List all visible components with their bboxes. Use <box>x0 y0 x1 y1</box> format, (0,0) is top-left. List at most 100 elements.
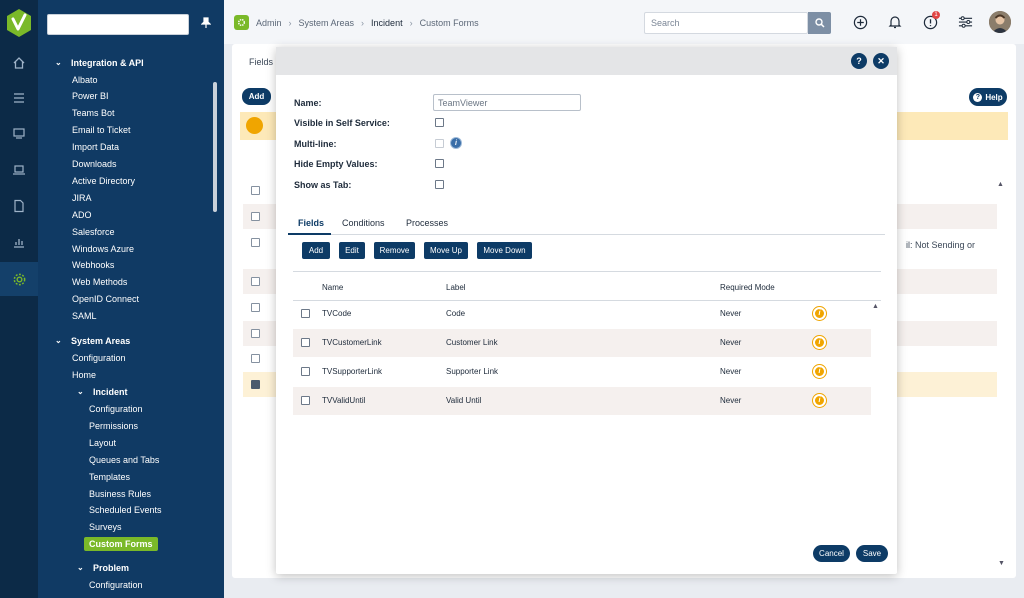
sidebar-item-web-methods[interactable]: Web Methods <box>72 277 127 287</box>
column-header-required-mode[interactable]: Required Mode <box>720 283 775 292</box>
field-info-icon[interactable]: i <box>813 307 826 320</box>
sidebar-item-power-bi[interactable]: Power BI <box>72 91 109 101</box>
field-row-checkbox[interactable] <box>301 367 310 376</box>
dialog-help-icon[interactable]: ? <box>851 53 867 69</box>
sidebar-item-incident-configuration[interactable]: Configuration <box>89 404 143 414</box>
sidebar-section-system-areas[interactable]: ⌄ System Areas <box>55 336 130 346</box>
breadcrumb-admin[interactable]: Admin <box>256 18 282 28</box>
tab-conditions[interactable]: Conditions <box>342 218 385 228</box>
sidebar-item-teams-bot[interactable]: Teams Bot <box>72 108 115 118</box>
dialog-close-icon[interactable]: ✕ <box>873 53 889 69</box>
global-search-input[interactable]: Search <box>644 12 808 34</box>
row-checkbox[interactable] <box>251 354 260 363</box>
field-info-icon[interactable]: i <box>813 394 826 407</box>
sidebar-item-configuration[interactable]: Configuration <box>72 353 126 363</box>
sliders-icon[interactable] <box>957 14 973 30</box>
field-row[interactable]: TVCode Code Never i <box>293 300 871 328</box>
remove-field-button[interactable]: Remove <box>374 242 415 259</box>
name-input[interactable]: TeamViewer <box>433 94 581 111</box>
sidebar-item-windows-azure[interactable]: Windows Azure <box>72 244 134 254</box>
sidebar-item-email-to-ticket[interactable]: Email to Ticket <box>72 125 131 135</box>
scroll-down-icon[interactable]: ▼ <box>998 560 1005 567</box>
field-row[interactable]: TVSupporterLink Supporter Link Never i <box>293 358 871 386</box>
sidebar-item-home[interactable]: Home <box>72 370 96 380</box>
visible-self-service-checkbox[interactable] <box>435 118 444 127</box>
home-icon[interactable] <box>0 46 38 80</box>
field-info-icon[interactable]: i <box>813 365 826 378</box>
search-button[interactable] <box>808 12 831 34</box>
app-logo[interactable] <box>6 8 32 38</box>
sidebar-item-import-data[interactable]: Import Data <box>72 142 119 152</box>
sidebar-search-input[interactable] <box>47 14 189 35</box>
add-form-button[interactable]: Add <box>242 88 271 105</box>
field-row-checkbox[interactable] <box>301 309 310 318</box>
sidebar-item-downloads[interactable]: Downloads <box>72 159 117 169</box>
sidebar-item-problem-configuration[interactable]: Configuration <box>89 580 143 590</box>
admin-gear-icon[interactable] <box>234 15 249 30</box>
move-up-button[interactable]: Move Up <box>424 242 468 259</box>
sidebar-item-salesforce[interactable]: Salesforce <box>72 227 115 237</box>
column-header-name[interactable]: Name <box>322 283 343 292</box>
field-row-checkbox[interactable] <box>301 338 310 347</box>
sidebar-item-incident-business-rules[interactable]: Business Rules <box>89 489 151 499</box>
sidebar-item-webhooks[interactable]: Webhooks <box>72 260 114 270</box>
field-info-icon[interactable]: i <box>813 336 826 349</box>
pin-icon[interactable] <box>200 17 212 31</box>
scroll-up-icon[interactable]: ▲ <box>997 181 1004 188</box>
chart-icon[interactable] <box>0 225 38 259</box>
breadcrumb-system-areas[interactable]: System Areas <box>299 18 355 28</box>
sidebar-item-incident-permissions[interactable]: Permissions <box>89 421 138 431</box>
sidebar-item-incident-templates[interactable]: Templates <box>89 472 130 482</box>
field-row[interactable]: TVCustomerLink Customer Link Never i <box>293 329 871 357</box>
sidebar-item-saml[interactable]: SAML <box>72 311 97 321</box>
sidebar-section-integration[interactable]: ⌄ Integration & API <box>55 58 144 68</box>
alert-icon[interactable]: 1 <box>922 11 940 30</box>
sidebar-item-active-directory[interactable]: Active Directory <box>72 176 135 186</box>
list-icon[interactable] <box>0 81 38 115</box>
tab-fields[interactable]: Fields <box>298 218 324 228</box>
row-checkbox-checked[interactable] <box>251 380 260 389</box>
show-as-tab-checkbox[interactable] <box>435 180 444 189</box>
tab-processes[interactable]: Processes <box>406 218 448 228</box>
sidebar-scrollbar[interactable] <box>213 82 217 212</box>
sidebar-group-problem[interactable]: ⌄ Problem <box>77 563 129 573</box>
sidebar-item-openid-connect[interactable]: OpenID Connect <box>72 294 139 304</box>
cancel-button[interactable]: Cancel <box>813 545 850 562</box>
sidebar-item-incident-queues-and-tabs[interactable]: Queues and Tabs <box>89 455 159 465</box>
sidebar-item-incident-scheduled-events[interactable]: Scheduled Events <box>89 505 162 515</box>
sidebar-item-incident-layout[interactable]: Layout <box>89 438 116 448</box>
save-button[interactable]: Save <box>856 545 888 562</box>
sidebar-item-jira[interactable]: JIRA <box>72 193 92 203</box>
row-checkbox[interactable] <box>251 238 260 247</box>
edit-field-button[interactable]: Edit <box>339 242 365 259</box>
help-button[interactable]: ? Help <box>969 88 1007 106</box>
field-row-checkbox[interactable] <box>301 396 310 405</box>
row-checkbox[interactable] <box>251 303 260 312</box>
sidebar-item-incident-custom-forms[interactable]: Custom Forms <box>84 537 158 552</box>
add-field-button[interactable]: Add <box>302 242 330 259</box>
bell-icon[interactable] <box>887 14 903 30</box>
fields-tab-label[interactable]: Fields <box>249 57 273 67</box>
sidebar-item-albato[interactable]: Albato <box>72 75 98 85</box>
sidebar-group-incident[interactable]: ⌄ Incident <box>77 387 128 397</box>
row-checkbox[interactable] <box>251 277 260 286</box>
breadcrumb-incident[interactable]: Incident <box>371 18 403 28</box>
row-checkbox[interactable] <box>251 186 260 195</box>
row-checkbox[interactable] <box>251 329 260 338</box>
add-circle-icon[interactable] <box>852 14 868 30</box>
user-avatar[interactable] <box>989 11 1011 33</box>
sidebar-item-ado[interactable]: ADO <box>72 210 92 220</box>
hide-empty-checkbox[interactable] <box>435 159 444 168</box>
document-icon[interactable] <box>0 189 38 223</box>
row-checkbox[interactable] <box>251 212 260 221</box>
column-header-label[interactable]: Label <box>446 283 466 292</box>
grid-scroll-up-icon[interactable]: ▲ <box>872 303 879 310</box>
field-required-mode: Never <box>720 396 742 405</box>
sidebar-item-incident-surveys[interactable]: Surveys <box>89 522 122 532</box>
field-row[interactable]: TVValidUntil Valid Until Never i <box>293 387 871 415</box>
settings-gear-icon[interactable] <box>0 262 38 296</box>
monitor-icon[interactable] <box>0 116 38 150</box>
laptop-icon[interactable] <box>0 153 38 187</box>
move-down-button[interactable]: Move Down <box>477 242 532 259</box>
info-icon[interactable]: i <box>450 137 462 149</box>
